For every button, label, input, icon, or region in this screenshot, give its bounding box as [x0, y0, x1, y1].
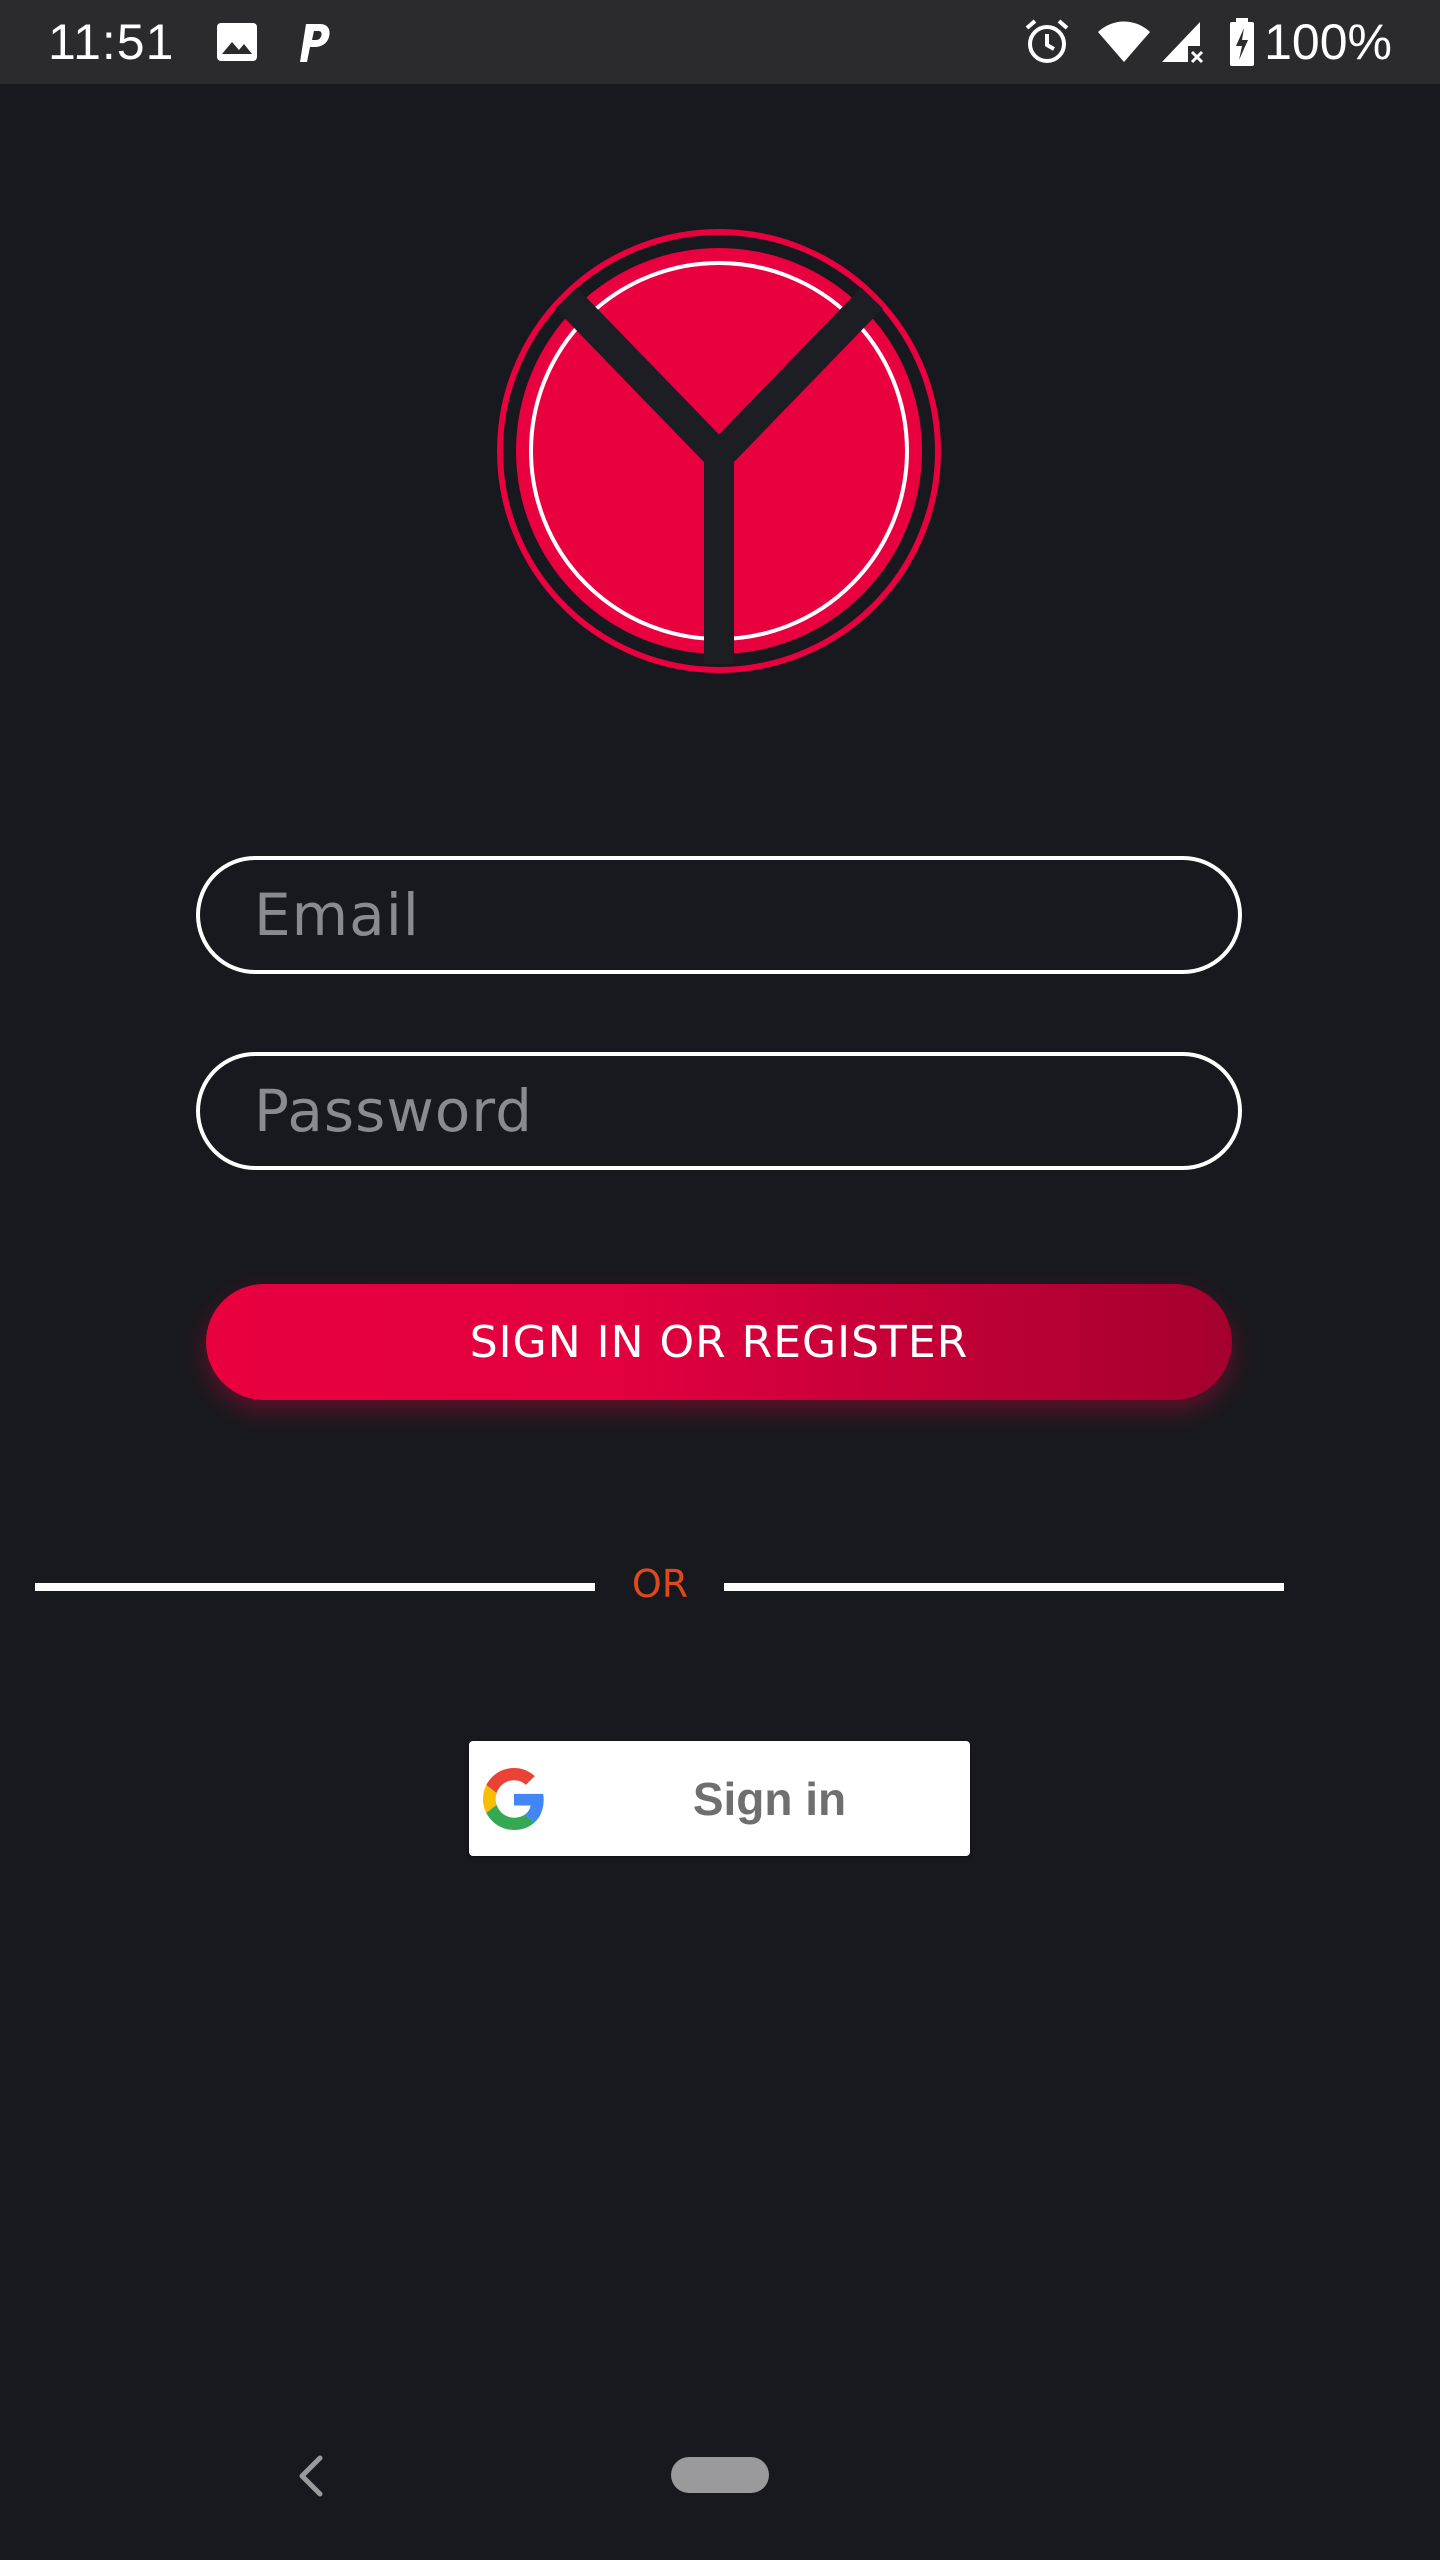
image-icon	[217, 23, 257, 61]
home-pill-icon[interactable]	[671, 2457, 769, 2493]
status-bar: 11:51 100%	[0, 0, 1440, 84]
email-field[interactable]	[196, 856, 1242, 974]
divider-left	[35, 1583, 595, 1591]
wifi-icon	[1098, 21, 1150, 62]
password-field[interactable]	[196, 1052, 1242, 1170]
app-logo	[497, 229, 941, 673]
email-input[interactable]	[252, 880, 1238, 950]
signal-icon	[1162, 22, 1204, 64]
parking-app-icon	[300, 24, 330, 62]
battery-percentage: 100%	[1264, 14, 1392, 70]
sign-in-or-register-button[interactable]: SIGN IN OR REGISTER	[206, 1284, 1232, 1400]
battery-charging-icon	[1230, 18, 1254, 66]
status-time: 11:51	[48, 14, 175, 70]
password-input[interactable]	[252, 1076, 1238, 1146]
back-icon[interactable]	[288, 2448, 334, 2504]
alarm-icon	[1025, 19, 1069, 63]
google-sign-in-button[interactable]: Sign in	[469, 1741, 970, 1856]
divider-or-text: OR	[631, 1562, 689, 1606]
login-screen: 11:51 100% Email SIGN IN OR REGISTER OR …	[0, 0, 1440, 2560]
google-g-icon	[483, 1768, 544, 1830]
divider-right	[724, 1583, 1284, 1591]
google-sign-in-label: Sign in	[692, 1772, 847, 1825]
